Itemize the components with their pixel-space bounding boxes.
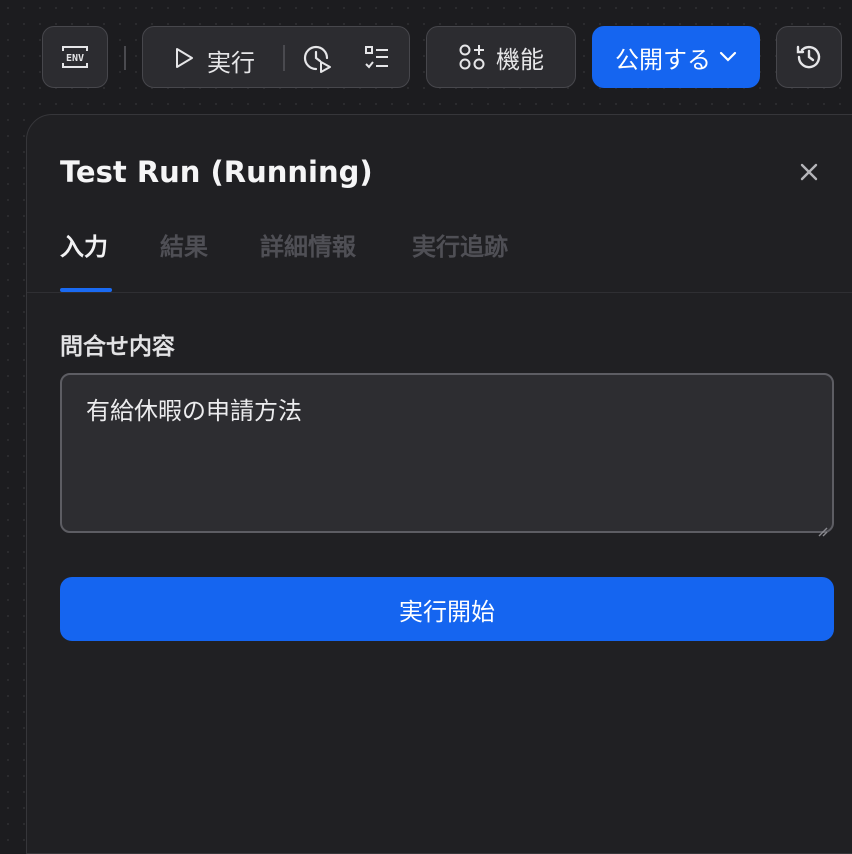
test-run-panel: Test Run (Running) 入力 結果 詳細情報 実行追跡 問合せ内容… [26, 114, 852, 854]
panel-tabs: 入力 結果 詳細情報 実行追跡 [60, 227, 840, 293]
features-button[interactable]: 機能 [426, 26, 576, 88]
close-icon[interactable] [797, 160, 821, 184]
tab-result[interactable]: 結果 [160, 227, 208, 262]
publish-button[interactable]: 公開する [592, 26, 760, 88]
start-run-button[interactable]: 実行開始 [60, 577, 834, 641]
toolbar-divider [124, 46, 126, 70]
apps-icon [458, 43, 486, 71]
run-button-label[interactable]: 実行 [207, 43, 255, 78]
resize-handle-icon[interactable] [816, 515, 828, 537]
tab-input[interactable]: 入力 [60, 227, 108, 262]
chevron-down-icon [719, 51, 737, 63]
publish-label: 公開する [615, 45, 711, 74]
schedule-run-icon[interactable] [301, 43, 333, 75]
start-run-label: 実行開始 [399, 597, 495, 626]
run-divider [283, 45, 285, 71]
query-value: 有給休暇の申請方法 [86, 397, 302, 425]
run-controls-group: 実行 [142, 26, 410, 88]
query-field-label: 問合せ内容 [60, 334, 175, 360]
tabs-divider [27, 292, 852, 293]
checklist-icon[interactable] [363, 44, 391, 72]
history-button[interactable] [776, 26, 842, 88]
tab-trace[interactable]: 実行追跡 [412, 227, 508, 262]
query-textarea[interactable]: 有給休暇の申請方法 [60, 373, 834, 537]
panel-title: Test Run (Running) [60, 155, 373, 189]
history-icon [794, 42, 824, 72]
env-button[interactable]: ENV [42, 26, 108, 88]
play-icon [173, 46, 195, 70]
env-icon: ENV [60, 43, 90, 71]
features-label: 機能 [496, 45, 544, 74]
tab-details[interactable]: 詳細情報 [260, 227, 356, 262]
svg-text:ENV: ENV [66, 53, 84, 64]
